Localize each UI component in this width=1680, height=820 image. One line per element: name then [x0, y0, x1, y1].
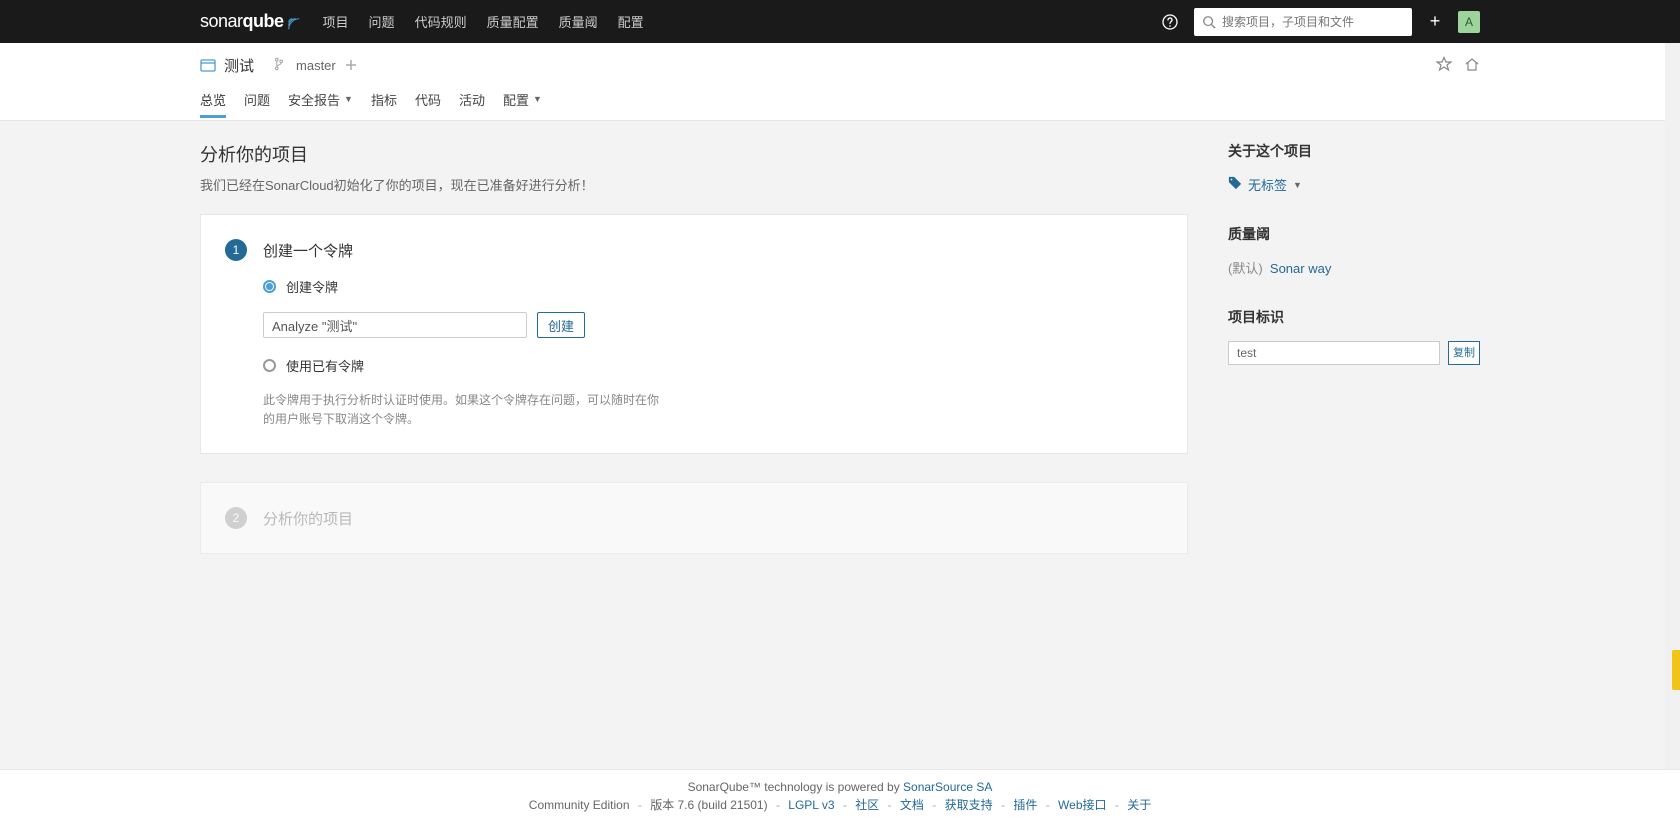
chevron-down-icon: ▼	[533, 94, 542, 104]
favorite-star-icon[interactable]	[1436, 56, 1452, 75]
branch-icon	[274, 57, 284, 74]
branch-name[interactable]: master	[296, 58, 336, 73]
topnav-right: + A	[1161, 0, 1480, 43]
brand-logo[interactable]: sonarqube	[200, 11, 301, 32]
chevron-down-icon: ▼	[1293, 180, 1302, 190]
nav-rules[interactable]: 代码规则	[415, 12, 467, 31]
step1-card: 1 创建一个令牌 创建令牌 创建 使用已有令牌 此令牌用于执行分析时认证时使用。…	[200, 214, 1188, 454]
add-branch-icon[interactable]	[344, 58, 358, 72]
footer-version: 版本 7.6 (build 21501)	[650, 798, 767, 812]
set-home-icon[interactable]	[1464, 56, 1480, 75]
project-key-title: 项目标识	[1228, 307, 1480, 327]
project-header: 测试 master 总览 问题 安全报告▼ 指标 代码 活动 配置▼	[0, 43, 1680, 121]
gate-link[interactable]: Sonar way	[1270, 261, 1331, 276]
brand-waves-icon	[287, 15, 301, 29]
brand-sonar: sonar	[200, 11, 243, 32]
chevron-down-icon: ▼	[344, 94, 353, 104]
create-button[interactable]: +	[1426, 13, 1444, 31]
search-box[interactable]	[1194, 8, 1412, 36]
nav-gates[interactable]: 质量阈	[559, 12, 598, 31]
step1-title: 创建一个令牌	[263, 240, 353, 261]
nav-profiles[interactable]: 质量配置	[487, 12, 539, 31]
footer-link-community[interactable]: 社区	[855, 798, 879, 812]
about-title: 关于这个项目	[1228, 141, 1480, 161]
nav-admin[interactable]: 配置	[618, 12, 644, 31]
token-hint: 此令牌用于执行分析时认证时使用。如果这个令牌存在问题，可以随时在你的用户账号下取…	[263, 391, 663, 429]
search-icon	[1202, 15, 1216, 29]
footer-link-webapi[interactable]: Web接口	[1058, 798, 1106, 812]
scrollbar[interactable]	[1665, 0, 1680, 820]
tab-security[interactable]: 安全报告▼	[288, 90, 353, 118]
footer-link-support[interactable]: 获取支持	[945, 798, 993, 812]
footer-link-license[interactable]: LGPL v3	[788, 798, 834, 812]
main-column: 分析你的项目 我们已经在SonarCloud初始化了你的项目，现在已准备好进行分…	[200, 141, 1188, 582]
tab-issues[interactable]: 问题	[244, 90, 270, 118]
nav-issues[interactable]: 问题	[369, 12, 395, 31]
project-tabs: 总览 问题 安全报告▼ 指标 代码 活动 配置▼	[200, 87, 1480, 120]
radio-checked-icon	[263, 280, 276, 293]
nav-projects[interactable]: 项目	[323, 12, 349, 31]
footer-link-docs[interactable]: 文档	[900, 798, 924, 812]
project-key-input[interactable]	[1228, 341, 1440, 365]
tab-measures[interactable]: 指标	[371, 90, 397, 118]
project-name[interactable]: 测试	[224, 55, 254, 76]
help-icon[interactable]	[1161, 13, 1179, 31]
user-avatar[interactable]: A	[1458, 11, 1480, 33]
radio-use-existing-token[interactable]: 使用已有令牌	[263, 356, 1163, 375]
step2-title: 分析你的项目	[263, 508, 353, 529]
tab-activity[interactable]: 活动	[459, 90, 485, 118]
footer-edition: Community Edition	[529, 798, 630, 812]
footer-link-plugins[interactable]: 插件	[1013, 798, 1037, 812]
copy-key-button[interactable]: 复制	[1448, 341, 1480, 365]
top-navbar: sonarqube 项目 问题 代码规则 质量配置 质量阈 配置 + A	[0, 0, 1680, 43]
step1-badge: 1	[225, 239, 247, 261]
brand-qube: qube	[243, 11, 284, 32]
footer-line1-text: SonarQube™ technology is powered by	[688, 780, 903, 794]
tab-settings[interactable]: 配置▼	[503, 90, 542, 118]
tab-overview[interactable]: 总览	[200, 90, 226, 118]
page-description: 我们已经在SonarCloud初始化了你的项目，现在已准备好进行分析！	[200, 175, 1188, 194]
side-column: 关于这个项目 无标签 ▼ 质量阈 (默认) Sonar way 项目标识 复制	[1228, 141, 1480, 395]
step2-card: 2 分析你的项目	[200, 482, 1188, 554]
radio-unchecked-icon	[263, 359, 276, 372]
tags-selector[interactable]: 无标签 ▼	[1228, 175, 1480, 194]
footer-link-about[interactable]: 关于	[1127, 798, 1151, 812]
feedback-tab[interactable]	[1672, 650, 1680, 690]
project-icon	[200, 57, 216, 73]
page-title: 分析你的项目	[200, 141, 1188, 167]
tag-icon	[1228, 176, 1242, 193]
tab-code[interactable]: 代码	[415, 90, 441, 118]
quality-gate-title: 质量阈	[1228, 224, 1480, 244]
gate-default-label: (默认)	[1228, 261, 1263, 276]
footer-sonarsource-link[interactable]: SonarSource SA	[903, 780, 992, 794]
step2-badge: 2	[225, 507, 247, 529]
search-input[interactable]	[1222, 15, 1404, 29]
radio-create-token[interactable]: 创建令牌	[263, 277, 1163, 296]
token-name-input[interactable]	[263, 312, 527, 338]
create-token-button[interactable]: 创建	[537, 312, 585, 338]
footer: SonarQube™ technology is powered by Sona…	[0, 769, 1680, 820]
